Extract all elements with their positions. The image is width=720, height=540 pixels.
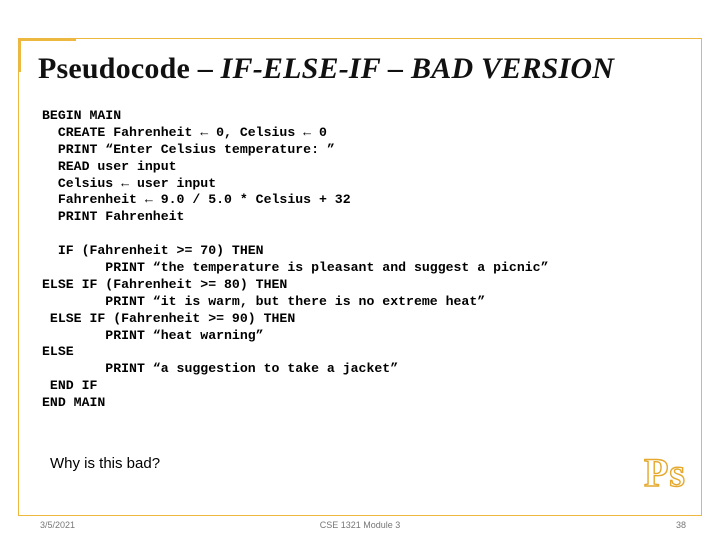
footer-center: CSE 1321 Module 3 (0, 520, 720, 530)
title-emphasis: IF-ELSE-IF – BAD VERSION (221, 52, 615, 85)
ps-badge: Ps (644, 449, 686, 496)
pseudocode-block: BEGIN MAIN CREATE Fahrenheit ← 0, Celsiu… (42, 108, 678, 412)
slide: Pseudocode – IF-ELSE-IF – BAD VERSION BE… (0, 0, 720, 540)
title-plain: Pseudocode – (38, 52, 221, 85)
slide-title: Pseudocode – IF-ELSE-IF – BAD VERSION (38, 52, 682, 86)
footer-page-number: 38 (676, 520, 686, 530)
question-text: Why is this bad? (50, 455, 160, 472)
